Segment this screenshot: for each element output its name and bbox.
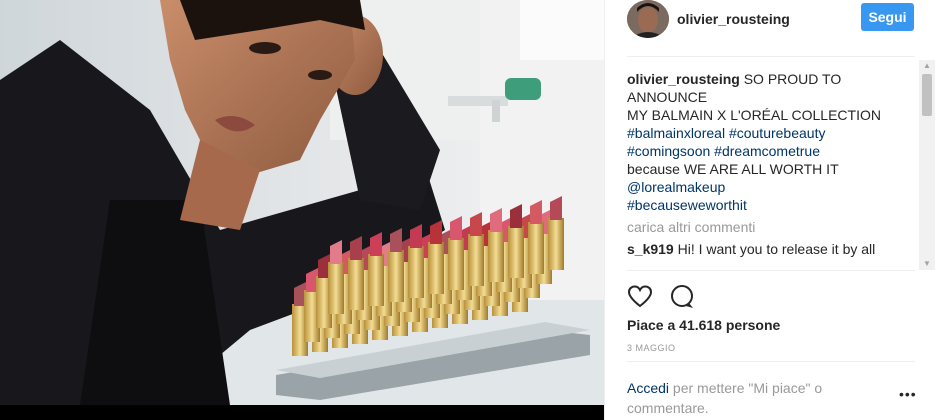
hashtag-line-2: #comingsoon #dreamcometrue — [627, 142, 917, 160]
post-date: 3 MAGGIO — [627, 343, 676, 353]
caption-line-2: ANNOUNCE — [627, 89, 708, 105]
post-header: olivier_rousteing Segui — [605, 0, 938, 56]
comments-divider — [627, 270, 915, 271]
footer-divider — [627, 361, 915, 362]
photo-bottom-bar — [0, 405, 604, 420]
hashtag-link[interactable]: #becauseweworthit — [627, 197, 747, 213]
caption-line-3: MY BALMAIN X L'ORÉAL COLLECTION — [627, 107, 881, 123]
caption-and-comments: olivier_rousteing SO PROUD TO ANNOUNCE M… — [627, 70, 917, 268]
login-link[interactable]: Accedi — [627, 380, 669, 396]
post-photo[interactable] — [0, 0, 604, 405]
scroll-down-icon[interactable]: ▼ — [919, 258, 935, 270]
caption-line-worth: because WE ARE ALL WORTH IT — [627, 161, 839, 177]
comments-scrollbar[interactable]: ▲ ▼ — [919, 60, 935, 270]
header-divider — [627, 56, 915, 57]
comment-icon[interactable] — [669, 284, 695, 310]
caption-text-1: SO PROUD TO — [743, 71, 842, 87]
avatar-image — [627, 0, 669, 38]
hashtag-line-1: #balmainxloreal #couturebeauty — [627, 124, 917, 142]
post-side-panel: olivier_rousteing Segui olivier_roustein… — [604, 0, 938, 420]
caption-line-1: olivier_rousteing SO PROUD TO — [627, 70, 917, 88]
scroll-up-icon[interactable]: ▲ — [919, 60, 935, 72]
comment-text: Hi! I want you to release it by all — [677, 241, 876, 257]
hashtag-link[interactable]: #balmainxloreal — [627, 125, 725, 141]
follow-button[interactable]: Segui — [861, 3, 914, 31]
hashtag-link[interactable]: #comingsoon — [627, 143, 710, 159]
hashtag-link[interactable]: #dreamcometrue — [714, 143, 820, 159]
header-username[interactable]: olivier_rousteing — [677, 11, 790, 27]
caption-username[interactable]: olivier_rousteing — [627, 71, 740, 87]
scrollbar-thumb[interactable] — [922, 74, 932, 116]
load-more-comments[interactable]: carica altri commenti — [627, 218, 917, 236]
more-options-icon[interactable]: ••• — [899, 386, 917, 402]
photo-image — [0, 0, 604, 405]
mention-link[interactable]: @lorealmakeup — [627, 179, 725, 195]
hashtag-link[interactable]: #couturebeauty — [729, 125, 826, 141]
avatar[interactable] — [627, 0, 669, 38]
likes-count[interactable]: Piace a 41.618 persone — [627, 317, 780, 333]
comment-username[interactable]: s_k919 — [627, 241, 674, 257]
login-prompt: Accedi per mettere "Mi piace" o commenta… — [627, 378, 867, 418]
comment-item: s_k919 Hi! I want you to release it by a… — [627, 240, 917, 258]
heart-icon[interactable] — [627, 284, 653, 310]
